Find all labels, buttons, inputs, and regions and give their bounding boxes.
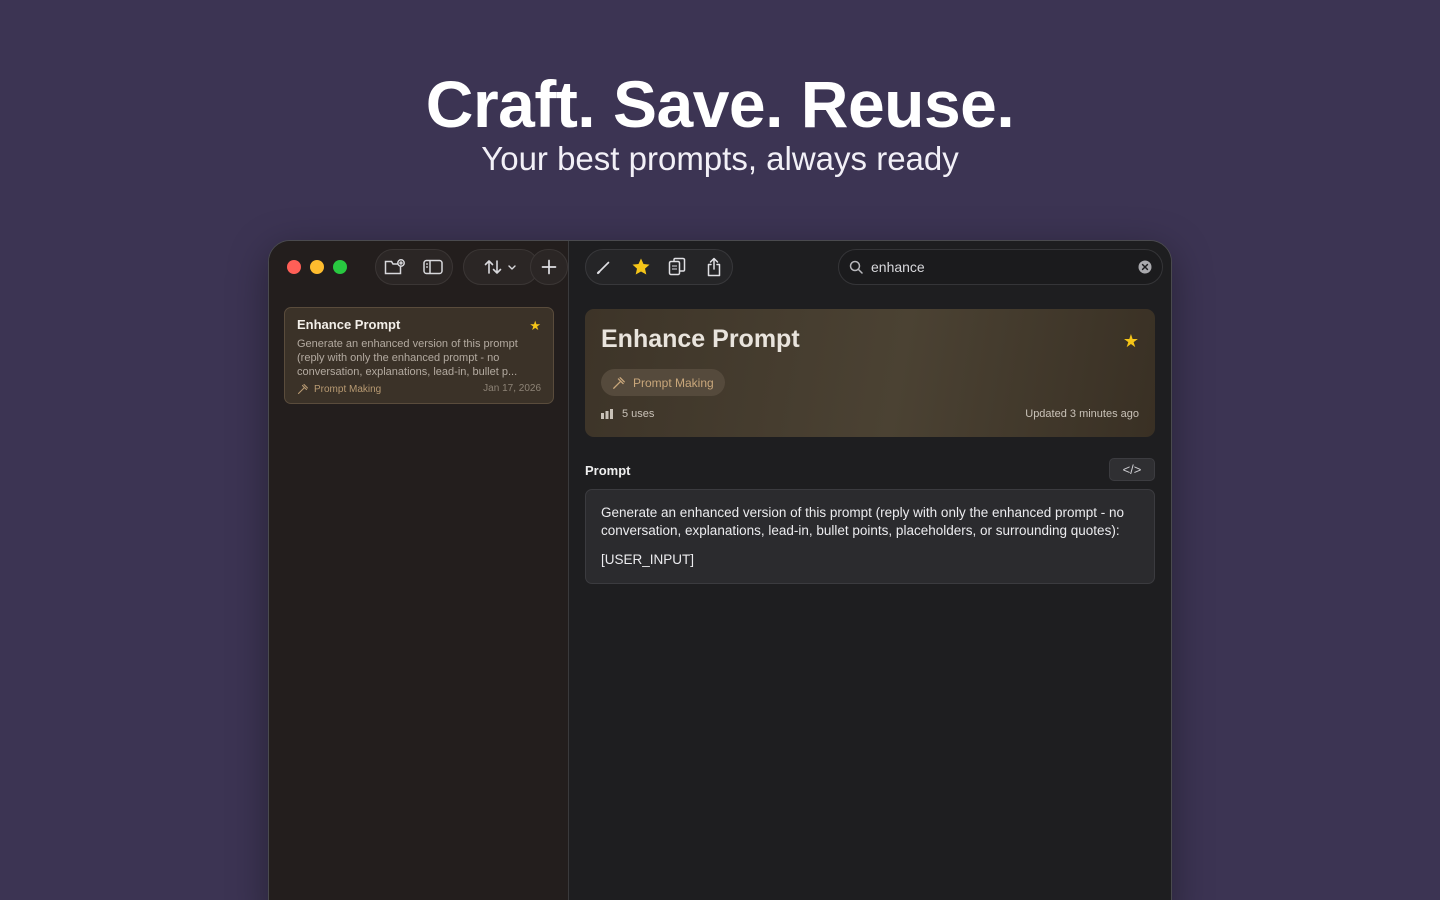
favorite-star-icon: ★ — [529, 318, 541, 333]
list-item-preview: Generate an enhanced version of this pro… — [297, 338, 518, 378]
hammer-icon — [613, 376, 625, 389]
uses-count: 5 uses — [622, 408, 655, 420]
sort-icon — [479, 252, 523, 282]
sidebar-toggle-icon[interactable] — [418, 252, 448, 282]
search-bar[interactable] — [838, 249, 1163, 285]
favorite-star-icon[interactable]: ★ — [1123, 331, 1139, 352]
prompt-text-box[interactable]: Generate an enhanced version of this pro… — [585, 489, 1155, 584]
prompt-text: Generate an enhanced version of this pro… — [601, 505, 1125, 538]
prompt-list-item[interactable]: Enhance Prompt ★ Generate an enhanced ve… — [284, 307, 554, 404]
add-prompt-button[interactable] — [530, 249, 568, 285]
hammer-icon — [297, 383, 309, 395]
sort-menu-button[interactable] — [463, 249, 539, 285]
search-icon — [849, 260, 863, 274]
search-input[interactable] — [871, 259, 1138, 275]
zoom-window-button[interactable] — [333, 260, 347, 274]
detail-actions-group — [585, 249, 733, 285]
prompt-placeholder: [USER_INPUT] — [601, 552, 695, 567]
pencil-icon[interactable] — [589, 252, 619, 282]
view-controls-group — [375, 249, 453, 285]
updated-time: Updated 3 minutes ago — [1025, 408, 1139, 420]
sidebar: Enhance Prompt ★ Generate an enhanced ve… — [269, 241, 569, 900]
clear-search-icon[interactable] — [1138, 260, 1152, 274]
app-window: Enhance Prompt ★ Generate an enhanced ve… — [268, 240, 1172, 900]
prompt-header-card: Enhance Prompt ★ Prompt Making 5 uses Up… — [585, 309, 1155, 437]
category-tag[interactable]: Prompt Making — [601, 369, 725, 396]
share-icon[interactable] — [699, 252, 729, 282]
new-folder-icon[interactable] — [380, 252, 410, 282]
chevron-down-icon — [508, 265, 516, 270]
list-item-category-label: Prompt Making — [314, 383, 382, 395]
list-item-title: Enhance Prompt — [297, 317, 401, 332]
minimize-window-button[interactable] — [310, 260, 324, 274]
list-item-category: Prompt Making — [297, 383, 381, 395]
hero-subtitle: Your best prompts, always ready — [481, 140, 959, 177]
usage-chart-icon — [601, 409, 613, 419]
code-view-toggle[interactable]: </> — [1109, 458, 1155, 481]
category-tag-label: Prompt Making — [633, 375, 714, 390]
close-window-button[interactable] — [287, 260, 301, 274]
detail-pane: Enhance Prompt ★ Prompt Making 5 uses Up… — [569, 241, 1171, 900]
list-item-date: Jan 17, 2026 — [483, 383, 541, 394]
prompt-section-label: Prompt — [585, 463, 631, 478]
hero-title: Craft. Save. Reuse. — [425, 67, 1015, 141]
prompt-title: Enhance Prompt — [601, 325, 800, 353]
star-icon[interactable] — [626, 252, 656, 282]
copy-icon[interactable] — [662, 252, 692, 282]
plus-icon — [534, 252, 564, 282]
